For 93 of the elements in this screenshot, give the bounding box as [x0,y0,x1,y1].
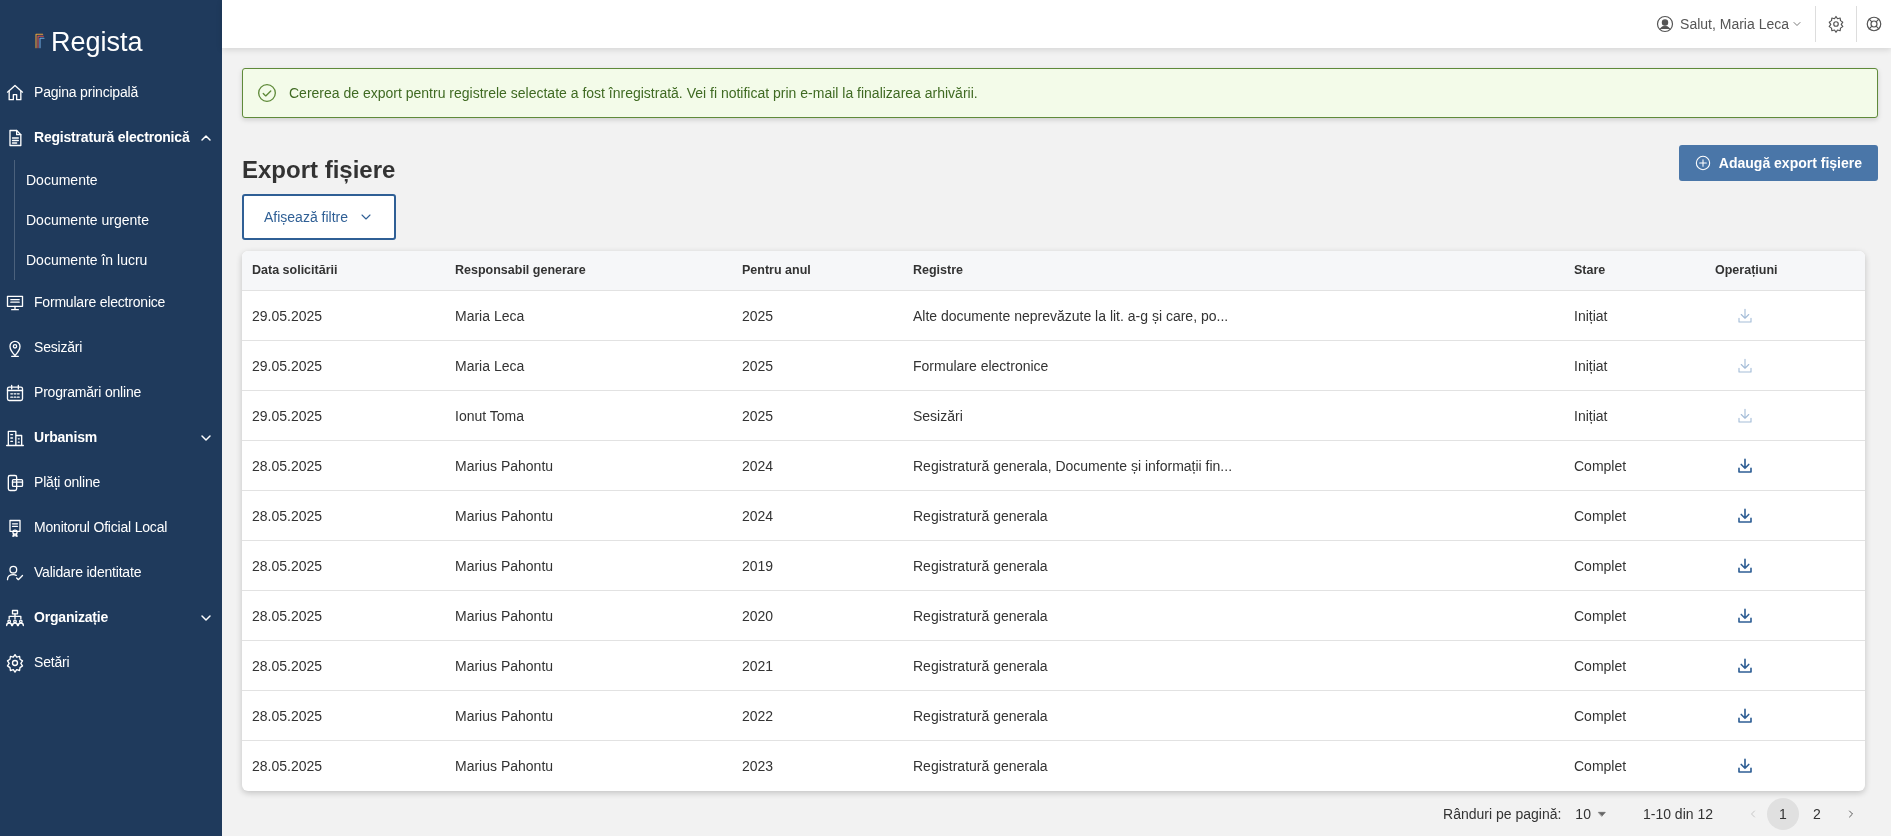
sidebar-item[interactable]: Programări online [0,370,222,415]
table-cell: 2019 [742,557,774,574]
sidebar-item[interactable]: Pagina principală [0,70,222,115]
column-header: Data solicitării [252,262,339,280]
table-cell: Complet [1574,607,1627,624]
table-cell: Complet [1574,707,1627,724]
table-cell: 2022 [742,707,774,724]
caret-down-icon [1596,809,1607,819]
sidebar-subitem[interactable]: Documente urgente [26,200,222,240]
logo-text: Regista [51,29,143,56]
table-cell: Marius Pahontu [455,457,554,474]
table-cell: Inițiat [1574,307,1608,324]
page-range: 1-10 din 12 [1642,804,1713,824]
sidebar-item[interactable]: Monitorul Oficial Local [0,505,222,550]
show-filters-button[interactable]: Afișează filtre [242,194,397,240]
table-cell: Registratură generala [913,707,1048,724]
user-avatar-icon [1656,15,1675,33]
page-button[interactable]: 1 [1767,798,1799,830]
table-cell: Marius Pahontu [455,507,554,524]
table-cell: 2025 [742,357,774,374]
table-cell: 2021 [742,657,774,674]
table-cell: Complet [1574,557,1627,574]
column-header: Operațiuni [1715,262,1779,280]
plus-circle-icon [1694,155,1711,171]
column-header: Registre [913,262,965,280]
sidebar-item[interactable]: Urbanism [0,415,222,460]
download-button[interactable] [1735,756,1755,776]
table-cell: Registratură generala [913,657,1048,674]
table-cell: Registratură generala [913,607,1048,624]
sidebar-item[interactable]: Plăți online [0,460,222,505]
table-cell: Complet [1574,507,1627,524]
table-cell: 28.05.2025 [252,758,323,774]
sidebar-item[interactable]: Formulare electronice [0,280,222,325]
settings-icon [1827,15,1845,33]
table-cell: Registratură generala, Documente și informații fin... [913,457,1233,474]
user-menu-button[interactable]: Salut, Maria Leca [1656,8,1815,40]
alert-message: Cererea de export pentru registrele selectate a fost înregistrată. Vei fi notificat prin e-mail la finalizarea arhivării. [289,83,978,103]
table-cell: Marius Pahontu [455,758,554,774]
calendar-icon [5,382,25,403]
lifebuoy-icon [1865,15,1883,33]
table-cell: Marius Pahontu [455,657,554,674]
table-cell: Complet [1574,657,1627,674]
sidebar-item[interactable]: Sesizări [0,325,222,370]
table-cell: Maria Leca [455,307,525,324]
table-cell: Marius Pahontu [455,607,554,624]
table-cell: Registratură generala [913,507,1048,524]
table-cell: 28.05.2025 [252,557,323,574]
add-export-button[interactable]: Adaugă export fișiere [1678,145,1878,181]
sidebar-item[interactable]: Organizație [0,595,222,640]
table-cell: Sesizări [913,407,963,424]
table-cell: 28.05.2025 [252,507,323,524]
table-cell: Registratură generala [913,758,1048,774]
sidebar-subitem[interactable]: Documente [26,160,222,200]
table-cell: 28.05.2025 [252,457,323,474]
table-cell: 2025 [742,307,774,324]
table-cell: 29.05.2025 [252,357,323,374]
table-cell: Ionut Toma [455,407,524,424]
check-circle-icon [257,83,277,103]
table-cell: 29.05.2025 [252,407,323,424]
table-cell: 29.05.2025 [252,307,323,324]
table-cell: 28.05.2025 [252,657,323,674]
rows-per-page-label: Rânduri pe pagină: [1443,804,1562,824]
table-cell: Formulare electronice [913,357,1049,374]
sidebar-subitem[interactable]: Documente în lucru [26,240,222,280]
table-cell: 2024 [742,457,774,474]
sidebar-item[interactable]: Setări [0,640,222,685]
table-cell: Alte documente neprevăzute la lit. a-g și care, po... [913,307,1229,324]
table-cell: Maria Leca [455,357,525,374]
table-cell: 28.05.2025 [252,607,323,624]
column-header: Responsabil generare [455,262,587,280]
sidebar-item[interactable]: Validare identitate [0,550,222,595]
rows-per-page-select[interactable]: 10 [1575,803,1607,825]
table-cell: Marius Pahontu [455,707,554,724]
table-cell: Inițiat [1574,407,1608,424]
table-cell: 2024 [742,507,774,524]
column-header: Pentru anul [742,262,812,280]
table-cell: Marius Pahontu [455,557,554,574]
column-header: Stare [1574,262,1607,280]
table-cell: Complet [1574,758,1627,774]
table-cell: Registratură generala [913,557,1048,574]
settings-icon [5,652,25,673]
table-cell: 2023 [742,758,774,774]
table-cell: Complet [1574,457,1627,474]
hierarchy-icon [5,607,25,628]
table-cell: Inițiat [1574,357,1608,374]
home-icon [5,82,25,103]
page-title: Export fișiere [242,155,396,186]
sidebar-item[interactable]: Registratură electronică [0,115,222,160]
table-cell: 28.05.2025 [252,707,323,724]
table-cell: 2025 [742,407,774,424]
payment-card-icon [5,472,25,493]
table-cell: 2020 [742,607,774,624]
page-button[interactable]: 2 [1801,798,1833,830]
